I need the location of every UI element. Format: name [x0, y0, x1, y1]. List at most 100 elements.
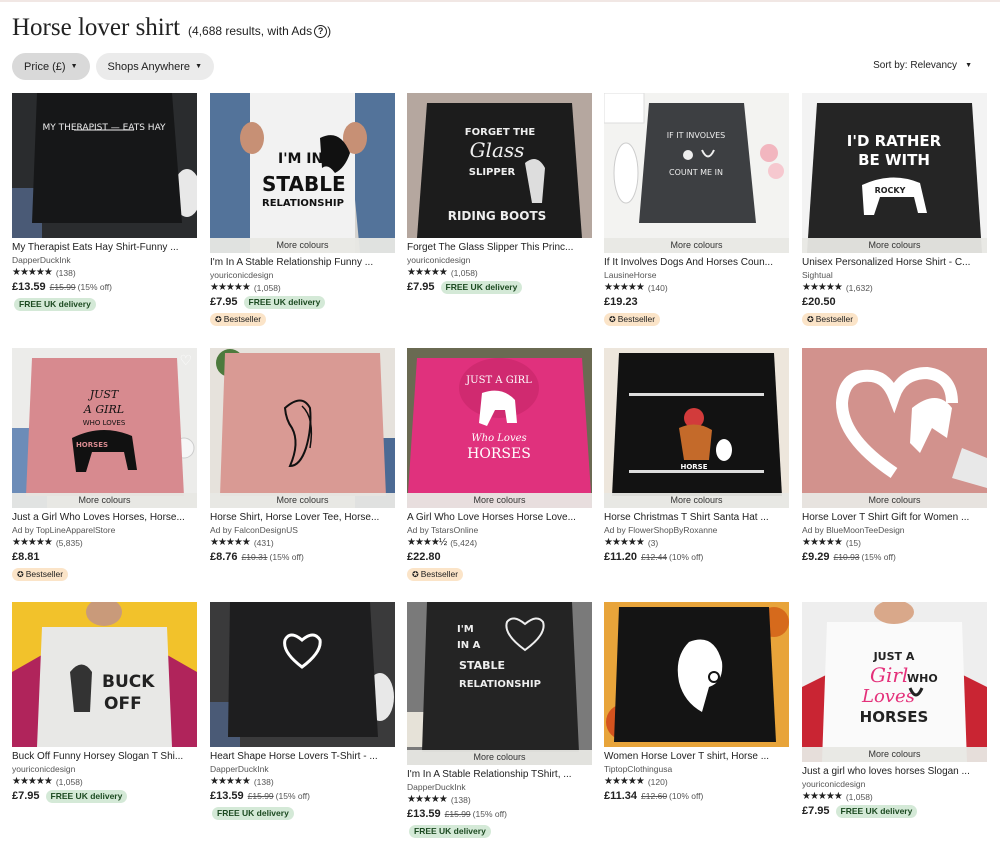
listing-title[interactable]: Horse Christmas T Shirt Santa Hat ... — [604, 512, 789, 524]
listing-card[interactable]: JUST A Girl WHO Loves HORSES More colour… — [802, 602, 987, 818]
star-rating-icon: ★★★★★ — [210, 282, 251, 293]
shop-name[interactable]: TiptopClothingusa — [604, 764, 789, 775]
svg-text:RELATIONSHIP: RELATIONSHIP — [262, 198, 344, 209]
rating: ★★★★★ (138) — [12, 267, 76, 278]
free-delivery-badge: FREE UK delivery — [45, 790, 128, 803]
star-rating-icon: ★★★★★ — [210, 537, 251, 548]
listing-image[interactable]: HORSE More colours — [604, 348, 789, 508]
listing-image[interactable]: I'D RATHER BE WITH ROCKY More colours — [802, 93, 987, 253]
listing-card[interactable]: I'M IN A STABLE RELATIONSHIP More colour… — [407, 602, 592, 839]
listing-card[interactable]: JUST A GIRL WHO LOVES HORSES ♡ More colo… — [12, 348, 197, 582]
listing-card[interactable]: HORSE More colours Horse Christmas T Shi… — [604, 348, 789, 564]
shop-name[interactable]: Sightual — [802, 270, 987, 281]
svg-text:HORSES: HORSES — [76, 441, 108, 449]
shop-name[interactable]: DapperDuckInk — [12, 255, 197, 266]
shop-name[interactable]: Ad by TopLineApparelStore — [12, 525, 197, 536]
shop-name[interactable]: DapperDuckInk — [210, 764, 395, 775]
listing-image[interactable]: IF IT INVOLVES COUNT ME IN More colours — [604, 93, 789, 253]
shop-name[interactable]: LausineHorse — [604, 270, 789, 281]
svg-text:Glass: Glass — [470, 138, 525, 162]
shop-name[interactable]: Ad by FlowerShopByRoxanne — [604, 525, 789, 536]
listing-image[interactable]: JUST A GIRL WHO LOVES HORSES ♡ More colo… — [12, 348, 197, 508]
more-colours-label: More colours — [407, 493, 592, 508]
listing-title[interactable]: Heart Shape Horse Lovers T-Shirt - ... — [210, 751, 395, 763]
bestseller-icon: ✪ — [17, 570, 24, 579]
svg-text:STABLE: STABLE — [459, 659, 505, 672]
rating: ★★★★★ (431) — [210, 537, 274, 548]
listing-image[interactable]: BUCK OFF — [12, 602, 197, 747]
listing-image[interactable]: More colours — [210, 348, 395, 508]
listing-title[interactable]: A Girl Who Love Horses Horse Love... — [407, 512, 592, 524]
listing-image[interactable]: I'M IN A STABLE RELATIONSHIP More colour… — [407, 602, 592, 765]
listing-title[interactable]: I'm In A Stable Relationship Funny ... — [210, 257, 395, 269]
more-colours-label: More colours — [210, 238, 395, 253]
rating: ★★★★★ (3) — [604, 537, 659, 548]
shop-name[interactable]: youriconicdesign — [12, 764, 197, 775]
sort-dropdown[interactable]: Sort by: Relevancy ▼ — [873, 60, 972, 71]
caret-down-icon: ▼ — [70, 63, 78, 70]
listing-card[interactable]: More colours Horse Lover T Shirt Gift fo… — [802, 348, 987, 564]
listing-image[interactable]: JUST A Girl WHO Loves HORSES More colour… — [802, 602, 987, 762]
listing-title[interactable]: Unisex Personalized Horse Shirt - C... — [802, 257, 987, 269]
shop-name[interactable]: Ad by TstarsOnline — [407, 525, 592, 536]
listing-title[interactable]: Just a girl who loves horses Slogan ... — [802, 766, 987, 778]
listing-card[interactable]: Women Horse Lover T shirt, Horse ... Tip… — [604, 602, 789, 803]
rating: ★★★★★ (138) — [210, 776, 274, 787]
more-colours-label: More colours — [604, 493, 789, 508]
help-icon[interactable]: ? — [314, 24, 328, 38]
listing-title[interactable]: My Therapist Eats Hay Shirt-Funny ... — [12, 242, 197, 254]
shop-name[interactable]: youriconicdesign — [802, 779, 987, 790]
listing-image[interactable]: MY THERAPIST — EATS HAY — [12, 93, 197, 238]
star-rating-icon: ★★★★★ — [604, 537, 645, 548]
listing-title[interactable]: I'm In A Stable Relationship TShirt, ... — [407, 769, 592, 781]
free-delivery-badge: FREE UK delivery — [243, 296, 326, 309]
favorite-heart-icon[interactable]: ♡ — [179, 352, 192, 369]
top-divider — [0, 0, 1000, 2]
listing-title[interactable]: Forget The Glass Slipper This Princ... — [407, 242, 592, 254]
listing-card[interactable]: Heart Shape Horse Lovers T-Shirt - ... D… — [210, 602, 395, 821]
star-rating-icon: ★★★★★ — [210, 776, 251, 787]
listing-card[interactable]: I'M IN A STABLE RELATIONSHIP More colour… — [210, 93, 395, 327]
shop-name[interactable]: Ad by FalconDesignUS — [210, 525, 395, 536]
listing-card[interactable]: I'D RATHER BE WITH ROCKY More colours Un… — [802, 93, 987, 327]
svg-text:ROCKY: ROCKY — [875, 186, 906, 195]
listing-card[interactable]: JUST A GIRL Who Loves HORSES More colour… — [407, 348, 592, 582]
shop-name[interactable]: DapperDuckInk — [407, 782, 592, 793]
listing-image[interactable] — [604, 602, 789, 747]
listing-title[interactable]: Horse Lover T Shirt Gift for Women ... — [802, 512, 987, 524]
free-delivery-badge: FREE UK delivery — [212, 807, 294, 820]
shop-name[interactable]: youriconicdesign — [407, 255, 592, 266]
listing-title[interactable]: Just a Girl Who Loves Horses, Horse... — [12, 512, 197, 524]
shops-filter-button[interactable]: Shops Anywhere ▼ — [95, 53, 214, 80]
listing-title[interactable]: Women Horse Lover T shirt, Horse ... — [604, 751, 789, 763]
svg-text:I'M: I'M — [457, 624, 474, 635]
price: £7.95 FREE UK delivery — [802, 804, 987, 818]
bestseller-icon: ✪ — [215, 315, 222, 324]
caret-down-icon: ▼ — [195, 63, 202, 70]
listing-image[interactable]: More colours — [802, 348, 987, 508]
listing-image[interactable] — [210, 602, 395, 747]
listing-image[interactable]: JUST A GIRL Who Loves HORSES More colour… — [407, 348, 592, 508]
shop-name[interactable]: Ad by BlueMoonTeeDesign — [802, 525, 987, 536]
listing-card[interactable]: More colours Horse Shirt, Horse Lover Te… — [210, 348, 395, 564]
svg-text:I'D RATHER: I'D RATHER — [847, 132, 942, 150]
listing-title[interactable]: Buck Off Funny Horsey Slogan T Shi... — [12, 751, 197, 763]
shop-name[interactable]: youriconicdesign — [210, 270, 395, 281]
listing-image[interactable]: FORGET THE Glass SLIPPER RIDING BOOTS — [407, 93, 592, 238]
svg-text:JUST A: JUST A — [873, 650, 915, 663]
listing-image[interactable]: I'M IN A STABLE RELATIONSHIP More colour… — [210, 93, 395, 253]
listing-card[interactable]: MY THERAPIST — EATS HAY My Therapist Eat… — [12, 93, 197, 312]
star-rating-icon: ★★★★★ — [604, 282, 645, 293]
price-filter-button[interactable]: Price (£) ▼ — [12, 53, 90, 80]
star-rating-icon: ★★★★½ — [407, 537, 447, 548]
rating: ★★★★★ (140) — [604, 282, 668, 293]
listing-title[interactable]: Horse Shirt, Horse Lover Tee, Horse... — [210, 512, 395, 524]
svg-text:HORSE: HORSE — [680, 463, 707, 471]
listing-card[interactable]: BUCK OFF Buck Off Funny Horsey Slogan T … — [12, 602, 197, 803]
rating: ★★★★★ (5,835) — [12, 537, 83, 548]
star-rating-icon: ★★★★★ — [12, 267, 53, 278]
listing-card[interactable]: FORGET THE Glass SLIPPER RIDING BOOTS Fo… — [407, 93, 592, 294]
price: £13.59 £15.99 (15% off) — [407, 808, 507, 820]
listing-card[interactable]: IF IT INVOLVES COUNT ME IN More colours … — [604, 93, 789, 327]
listing-title[interactable]: If It Involves Dogs And Horses Coun... — [604, 257, 789, 269]
